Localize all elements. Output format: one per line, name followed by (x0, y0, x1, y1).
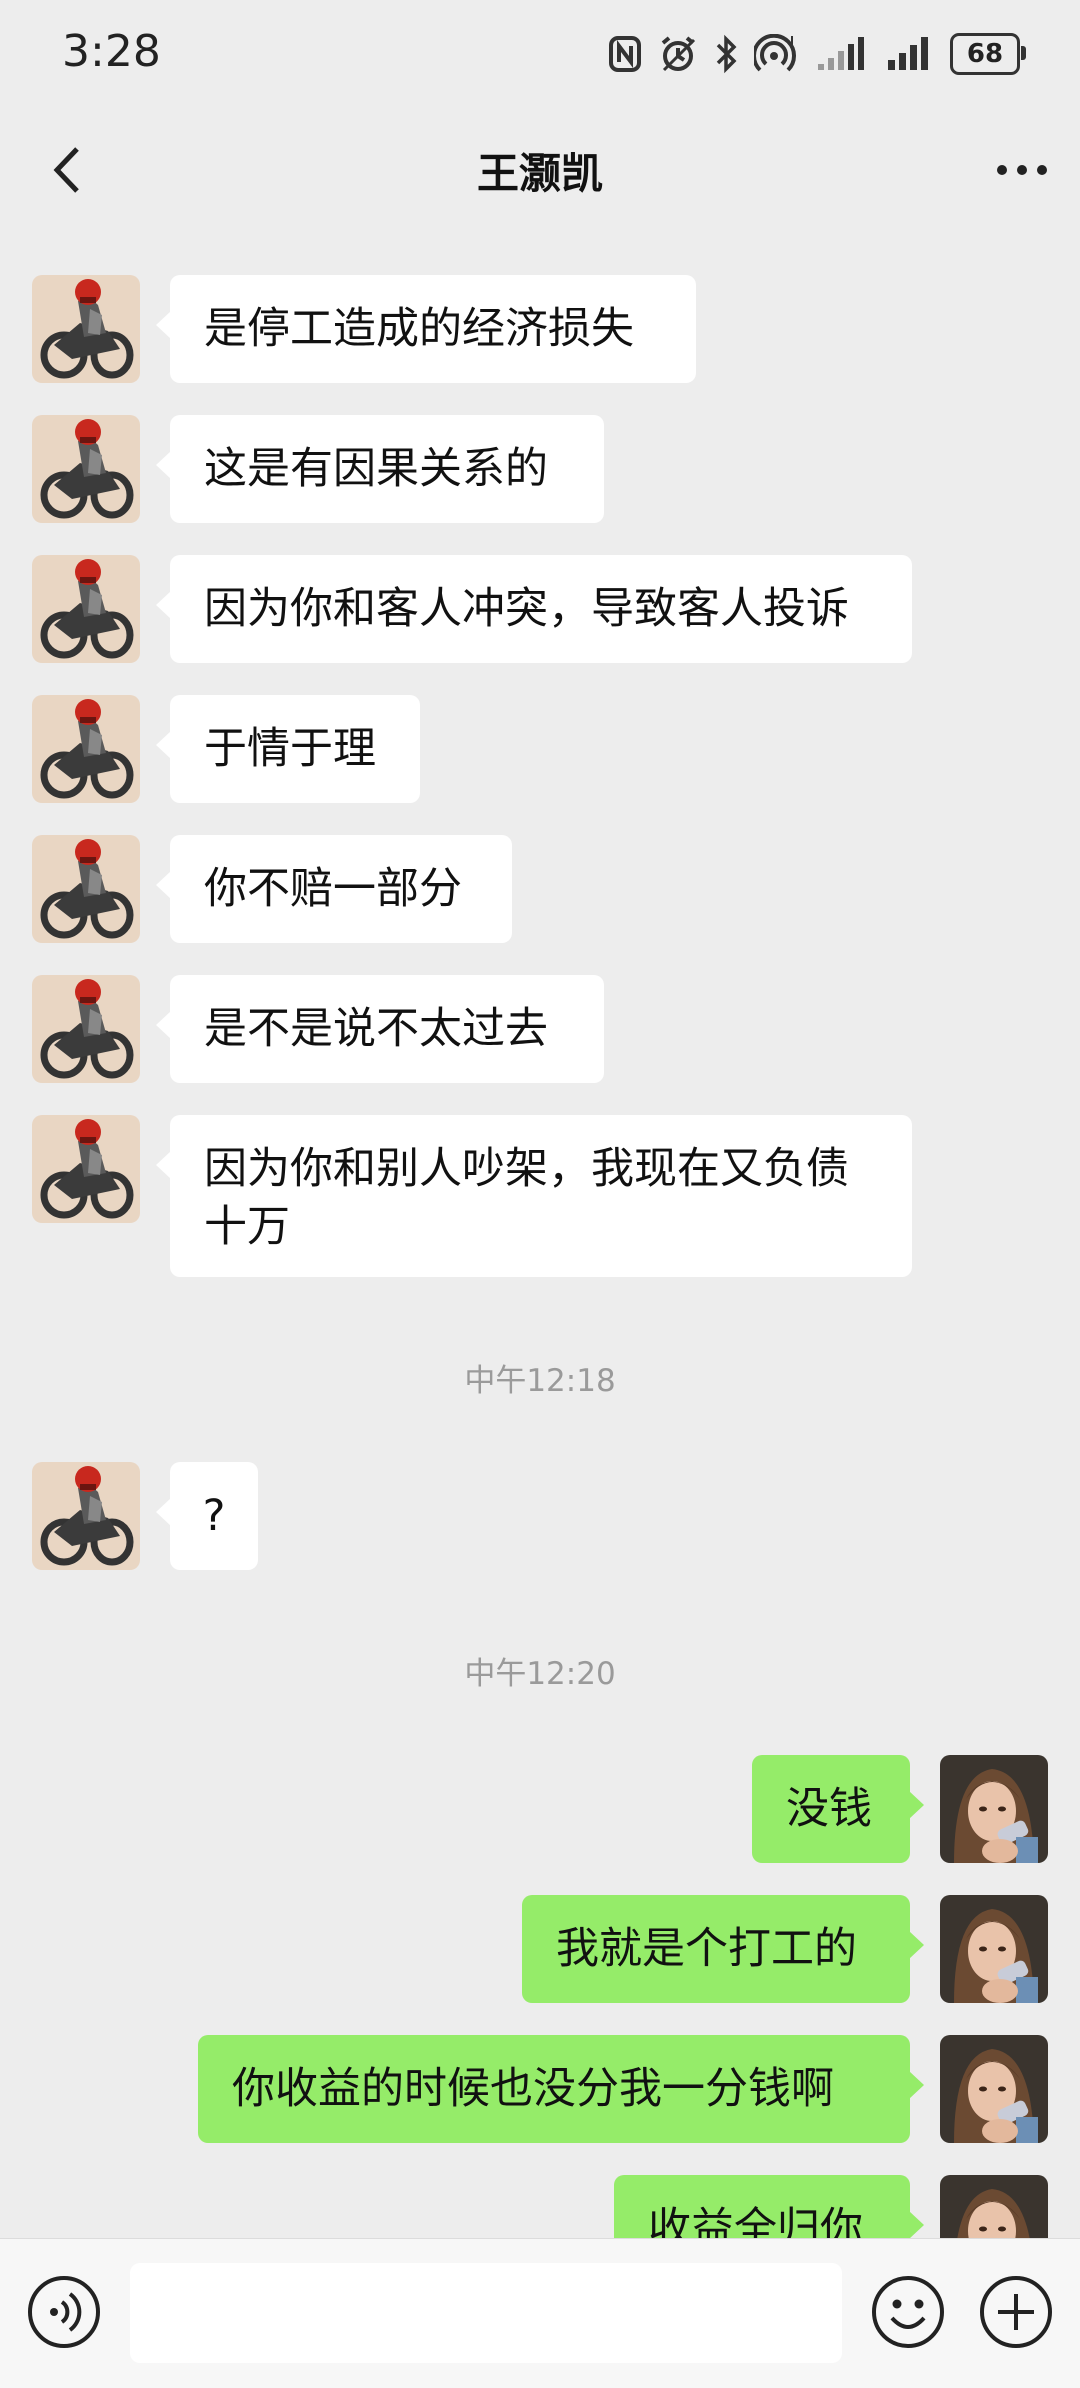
status-time: 3:28 (62, 26, 161, 77)
signal-icon-1 (814, 36, 870, 72)
contact-avatar[interactable] (32, 415, 140, 523)
contact-avatar[interactable] (32, 695, 140, 803)
contact-avatar[interactable] (32, 275, 140, 383)
outgoing-message-bubble[interactable]: 你收益的时候也没分我一分钱啊 (198, 2035, 924, 2143)
battery-icon: 68 (950, 33, 1026, 75)
outgoing-message-bubble[interactable]: 收益全归你 (614, 2175, 924, 2238)
more-dots-icon (997, 165, 1047, 175)
hotspot-icon (754, 34, 798, 74)
more-functions-button[interactable] (978, 2274, 1054, 2350)
my-avatar[interactable] (940, 1755, 1048, 1863)
my-avatar[interactable] (940, 2035, 1048, 2143)
nav-bar: 王灏凯 (0, 110, 1080, 230)
contact-avatar[interactable] (32, 1115, 140, 1223)
incoming-message-bubble[interactable]: 于情于理 (156, 695, 420, 803)
incoming-message-bubble[interactable]: 因为你和别人吵架，我现在又负债十万 (156, 1115, 912, 1277)
incoming-message-bubble[interactable]: 是停工造成的经济损失 (156, 275, 696, 383)
message-list[interactable]: 是停工造成的经济损失 这是有因果关系的 因为你和客人冲突，导致客人投诉 于情于理… (0, 230, 1080, 2238)
message-input[interactable] (130, 2263, 842, 2363)
message-timestamp: 中午12:20 (464, 1656, 616, 1692)
incoming-message-bubble[interactable]: 是不是说不太过去 (156, 975, 604, 1083)
incoming-message-bubble[interactable]: 因为你和客人冲突，导致客人投诉 (156, 555, 912, 663)
plus-icon (980, 2276, 1052, 2348)
smiley-icon (872, 2276, 944, 2348)
input-bar (0, 2238, 1080, 2388)
emoji-button[interactable] (870, 2274, 946, 2350)
bluetooth-icon (714, 34, 738, 74)
contact-avatar[interactable] (32, 835, 140, 943)
contact-avatar[interactable] (32, 1462, 140, 1570)
contact-avatar[interactable] (32, 975, 140, 1083)
more-options-button[interactable] (992, 140, 1052, 200)
incoming-message-bubble[interactable]: 你不赔一部分 (156, 835, 512, 943)
contact-avatar[interactable] (32, 555, 140, 663)
message-timestamp: 中午12:18 (464, 1363, 616, 1399)
outgoing-message-bubble[interactable]: 没钱 (752, 1755, 924, 1863)
chat-title: 王灏凯 (476, 149, 603, 198)
voice-button[interactable] (26, 2274, 102, 2350)
alarm-icon (658, 34, 698, 74)
nfc-icon (608, 35, 642, 73)
my-avatar[interactable] (940, 2175, 1048, 2238)
outgoing-message-bubble[interactable]: 我就是个打工的 (522, 1895, 924, 2003)
voice-icon (28, 2276, 100, 2348)
my-avatar[interactable] (940, 1895, 1048, 2003)
incoming-message-bubble[interactable]: ? (156, 1462, 258, 1570)
signal-icon-2 (886, 36, 934, 72)
incoming-message-bubble[interactable]: 这是有因果关系的 (156, 415, 604, 523)
status-bar: 3:28 68 (0, 0, 1080, 110)
status-icons: 68 (608, 30, 1026, 78)
